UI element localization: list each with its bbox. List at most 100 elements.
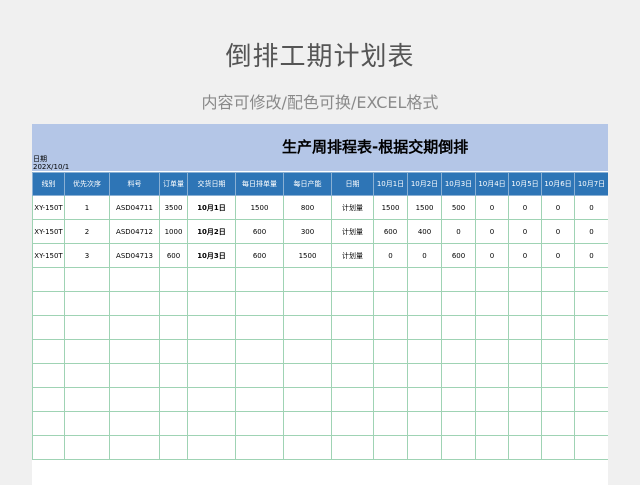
table-cell[interactable]: 600: [441, 243, 476, 268]
table-cell[interactable]: XY-150T: [32, 195, 65, 220]
table-cell[interactable]: 1500: [283, 243, 332, 268]
empty-cell[interactable]: [283, 387, 332, 412]
empty-cell[interactable]: [64, 267, 110, 292]
empty-cell[interactable]: [407, 363, 442, 388]
empty-cell[interactable]: [109, 267, 160, 292]
table-cell[interactable]: 10月1日: [187, 195, 236, 220]
table-cell[interactable]: 400: [407, 219, 442, 244]
empty-cell[interactable]: [508, 387, 542, 412]
empty-cell[interactable]: [283, 411, 332, 436]
empty-cell[interactable]: [159, 411, 188, 436]
empty-cell[interactable]: [475, 363, 509, 388]
table-cell[interactable]: 3: [64, 243, 110, 268]
empty-cell[interactable]: [475, 411, 509, 436]
empty-cell[interactable]: [407, 339, 442, 364]
table-cell[interactable]: 0: [574, 195, 608, 220]
column-header[interactable]: 订单量: [159, 172, 188, 196]
empty-cell[interactable]: [109, 387, 160, 412]
empty-cell[interactable]: [541, 339, 575, 364]
empty-cell[interactable]: [159, 267, 188, 292]
empty-cell[interactable]: [64, 291, 110, 316]
empty-cell[interactable]: [475, 387, 509, 412]
table-cell[interactable]: 0: [475, 219, 509, 244]
empty-cell[interactable]: [187, 363, 236, 388]
table-cell[interactable]: ASD04711: [109, 195, 160, 220]
column-header[interactable]: 10月2日: [407, 172, 442, 196]
table-cell[interactable]: 0: [541, 243, 575, 268]
empty-cell[interactable]: [541, 315, 575, 340]
table-cell[interactable]: 0: [541, 219, 575, 244]
table-cell[interactable]: ASD04713: [109, 243, 160, 268]
table-cell[interactable]: 2: [64, 219, 110, 244]
column-header[interactable]: 料号: [109, 172, 160, 196]
empty-cell[interactable]: [574, 315, 608, 340]
empty-cell[interactable]: [187, 291, 236, 316]
table-cell[interactable]: 1000: [159, 219, 188, 244]
column-header[interactable]: 10月5日: [508, 172, 542, 196]
table-cell[interactable]: 600: [235, 219, 284, 244]
empty-cell[interactable]: [508, 339, 542, 364]
empty-cell[interactable]: [235, 291, 284, 316]
empty-cell[interactable]: [331, 315, 374, 340]
empty-cell[interactable]: [441, 411, 476, 436]
empty-cell[interactable]: [574, 339, 608, 364]
empty-cell[interactable]: [475, 291, 509, 316]
table-cell[interactable]: 3500: [159, 195, 188, 220]
empty-cell[interactable]: [475, 267, 509, 292]
empty-cell[interactable]: [64, 315, 110, 340]
table-cell[interactable]: 1500: [235, 195, 284, 220]
empty-cell[interactable]: [109, 339, 160, 364]
empty-cell[interactable]: [64, 387, 110, 412]
column-header[interactable]: 10月6日: [541, 172, 575, 196]
empty-cell[interactable]: [235, 411, 284, 436]
empty-cell[interactable]: [64, 411, 110, 436]
table-cell[interactable]: 800: [283, 195, 332, 220]
empty-cell[interactable]: [508, 315, 542, 340]
column-header[interactable]: 交货日期: [187, 172, 236, 196]
empty-cell[interactable]: [508, 291, 542, 316]
empty-cell[interactable]: [235, 339, 284, 364]
table-cell[interactable]: 500: [441, 195, 476, 220]
empty-cell[interactable]: [283, 315, 332, 340]
empty-cell[interactable]: [331, 435, 374, 460]
empty-cell[interactable]: [574, 267, 608, 292]
empty-cell[interactable]: [32, 339, 65, 364]
empty-cell[interactable]: [109, 315, 160, 340]
empty-cell[interactable]: [235, 435, 284, 460]
empty-cell[interactable]: [32, 267, 65, 292]
empty-cell[interactable]: [283, 435, 332, 460]
column-header[interactable]: 日期: [331, 172, 374, 196]
empty-cell[interactable]: [159, 363, 188, 388]
empty-cell[interactable]: [373, 291, 408, 316]
empty-cell[interactable]: [235, 363, 284, 388]
table-cell[interactable]: 1500: [407, 195, 442, 220]
empty-cell[interactable]: [187, 411, 236, 436]
column-header[interactable]: 每日排单量: [235, 172, 284, 196]
empty-cell[interactable]: [475, 315, 509, 340]
empty-cell[interactable]: [331, 387, 374, 412]
empty-cell[interactable]: [159, 339, 188, 364]
column-header[interactable]: 10月7日: [574, 172, 608, 196]
table-cell[interactable]: 300: [283, 219, 332, 244]
empty-cell[interactable]: [32, 411, 65, 436]
empty-cell[interactable]: [373, 411, 408, 436]
table-cell[interactable]: 600: [373, 219, 408, 244]
empty-cell[interactable]: [508, 267, 542, 292]
empty-cell[interactable]: [187, 435, 236, 460]
empty-cell[interactable]: [508, 435, 542, 460]
column-header[interactable]: 10月4日: [475, 172, 509, 196]
table-cell[interactable]: XY-150T: [32, 219, 65, 244]
empty-cell[interactable]: [187, 387, 236, 412]
empty-cell[interactable]: [283, 291, 332, 316]
empty-cell[interactable]: [109, 291, 160, 316]
table-cell[interactable]: 0: [508, 219, 542, 244]
table-cell[interactable]: 0: [508, 195, 542, 220]
empty-cell[interactable]: [159, 435, 188, 460]
empty-cell[interactable]: [331, 363, 374, 388]
empty-cell[interactable]: [541, 435, 575, 460]
empty-cell[interactable]: [508, 363, 542, 388]
table-cell[interactable]: 1500: [373, 195, 408, 220]
empty-cell[interactable]: [441, 267, 476, 292]
empty-cell[interactable]: [235, 267, 284, 292]
empty-cell[interactable]: [331, 411, 374, 436]
